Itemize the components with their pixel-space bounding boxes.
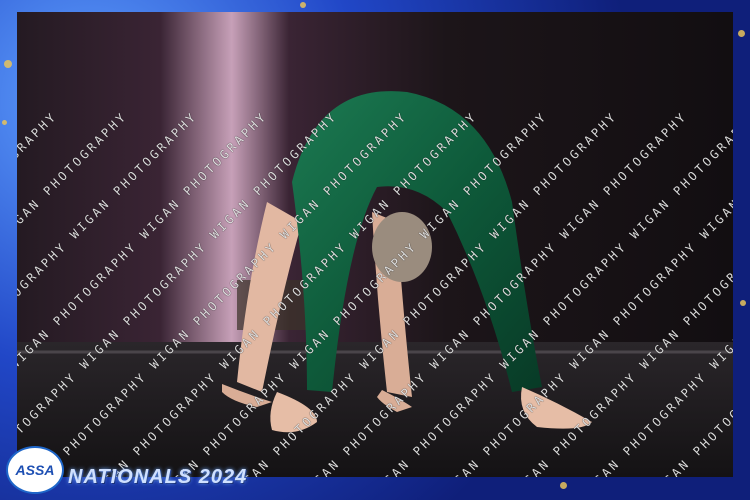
gold-fleck bbox=[4, 60, 12, 68]
gold-fleck bbox=[2, 120, 7, 125]
performance-photo: WIGAN PHOTOGRAPHY WIGAN PHOTOGRAPHY WIGA… bbox=[17, 12, 733, 477]
event-title: NATIONALS 2024 bbox=[68, 466, 248, 488]
stage-scene bbox=[17, 12, 733, 477]
gold-fleck bbox=[300, 2, 306, 8]
head bbox=[372, 212, 432, 282]
stage-floor bbox=[17, 342, 733, 477]
assa-logo: ASSA bbox=[6, 446, 64, 494]
gold-fleck bbox=[560, 482, 567, 489]
gold-fleck bbox=[738, 30, 745, 37]
gold-fleck bbox=[740, 300, 746, 306]
logo-text: ASSA bbox=[15, 462, 55, 478]
